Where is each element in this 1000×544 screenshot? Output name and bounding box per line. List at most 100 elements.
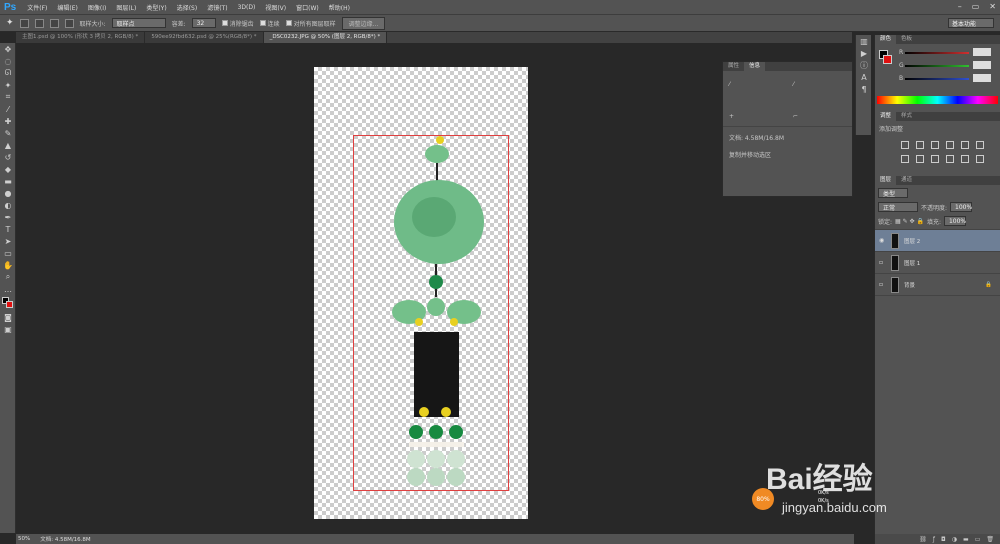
bw-icon[interactable] bbox=[916, 155, 924, 163]
path-select-icon[interactable]: ➤ bbox=[0, 235, 16, 247]
invert-icon[interactable] bbox=[976, 155, 984, 163]
healing-tool-icon[interactable]: ✚ bbox=[0, 115, 16, 127]
menu-image[interactable]: 图像(I) bbox=[83, 3, 111, 12]
fill-input[interactable]: 100% bbox=[943, 216, 966, 226]
slider-r[interactable] bbox=[905, 52, 969, 54]
type-tool-icon[interactable]: T bbox=[0, 223, 16, 235]
fx-icon[interactable]: ƒ bbox=[933, 536, 935, 543]
gradient-tool-icon[interactable]: ▬ bbox=[0, 175, 16, 187]
brush-tool-icon[interactable]: ✎ bbox=[0, 127, 16, 139]
mask-icon[interactable]: ◘ bbox=[941, 536, 946, 543]
antialias-checkbox[interactable]: 消除锯齿 bbox=[221, 19, 254, 28]
paragraph-panel-icon[interactable]: ¶ bbox=[856, 83, 872, 95]
mixer-icon[interactable] bbox=[946, 155, 954, 163]
visibility-toggle[interactable]: ▫ bbox=[879, 281, 886, 288]
eye-icon[interactable]: ◉ bbox=[879, 237, 886, 244]
lock-icon[interactable]: ▦ ✎ ✥ 🔒 bbox=[895, 218, 924, 225]
menu-filter[interactable]: 滤镜(T) bbox=[202, 3, 232, 12]
history-panel-icon[interactable]: ▥ bbox=[856, 35, 872, 47]
balance-icon[interactable] bbox=[901, 155, 909, 163]
layer-row[interactable]: ◉ 图层 2 bbox=[875, 230, 1000, 252]
screen-mode-icon[interactable]: ▣ bbox=[0, 323, 16, 335]
menu-help[interactable]: 帮助(H) bbox=[324, 3, 355, 12]
color-spectrum[interactable] bbox=[877, 96, 998, 104]
shape-tool-icon[interactable]: ▭ bbox=[0, 247, 16, 259]
maximize-button[interactable]: ▭ bbox=[972, 2, 980, 11]
tab-swatches[interactable]: 色板 bbox=[896, 35, 917, 44]
sample-all-checkbox[interactable]: 对所有图层取样 bbox=[285, 19, 336, 28]
menu-layer[interactable]: 图层(L) bbox=[111, 3, 141, 12]
new-layer-icon[interactable]: ▭ bbox=[975, 536, 981, 543]
blur-tool-icon[interactable]: ● bbox=[0, 187, 16, 199]
menu-3d[interactable]: 3D(D) bbox=[233, 4, 261, 11]
stamp-tool-icon[interactable]: ▲ bbox=[0, 139, 16, 151]
character-panel-icon[interactable]: A bbox=[856, 71, 872, 83]
vibrance-icon[interactable] bbox=[961, 141, 969, 149]
tab-doc-2[interactable]: 590ee92fbd632.psd @ 25%(RGB/8*) * bbox=[145, 32, 264, 43]
menu-select[interactable]: 选择(S) bbox=[172, 3, 203, 12]
refine-edge-button[interactable]: 调整边缘... bbox=[341, 16, 386, 30]
lookup-icon[interactable] bbox=[961, 155, 969, 163]
tab-info[interactable]: 信息 bbox=[744, 62, 766, 71]
curves-icon[interactable] bbox=[931, 141, 939, 149]
menu-file[interactable]: 文件(F) bbox=[22, 3, 52, 12]
tab-color[interactable]: 颜色 bbox=[875, 35, 897, 44]
move-tool-icon[interactable]: ✥ bbox=[0, 43, 16, 55]
intersect-selection-icon[interactable] bbox=[64, 18, 74, 28]
tab-properties[interactable]: 属性 bbox=[723, 62, 744, 71]
tab-layers[interactable]: 图层 bbox=[875, 176, 897, 185]
info-panel-icon[interactable]: ⓘ bbox=[856, 59, 872, 71]
link-icon[interactable]: ⛓ bbox=[919, 536, 927, 543]
contiguous-checkbox[interactable]: 连续 bbox=[259, 19, 280, 28]
eraser-tool-icon[interactable]: ◆ bbox=[0, 163, 16, 175]
background-color[interactable] bbox=[6, 301, 13, 308]
g-value[interactable] bbox=[973, 61, 991, 69]
layer-kind-select[interactable]: 类型 bbox=[878, 188, 908, 198]
b-value[interactable] bbox=[973, 74, 991, 82]
tab-doc-1[interactable]: 主图1.psd @ 100% (形状 3 拷贝 2, RGB/8) * bbox=[16, 32, 146, 43]
layer-row[interactable]: ▫ 图层 1 bbox=[875, 252, 1000, 274]
lasso-tool-icon[interactable]: ᘏ bbox=[0, 67, 16, 79]
color-swatches[interactable] bbox=[0, 295, 15, 311]
adjust-layer-icon[interactable]: ◑ bbox=[952, 536, 957, 543]
blend-mode-select[interactable]: 正常 bbox=[878, 202, 918, 212]
bounding-box[interactable] bbox=[353, 135, 509, 491]
quick-mask-icon[interactable]: ◙ bbox=[0, 311, 16, 323]
slider-b[interactable] bbox=[905, 78, 969, 80]
menu-window[interactable]: 窗口(W) bbox=[291, 3, 324, 12]
menu-type[interactable]: 类型(Y) bbox=[141, 3, 171, 12]
tab-adjustments[interactable]: 调整 bbox=[875, 112, 897, 121]
photo-filter-icon[interactable] bbox=[931, 155, 939, 163]
brightness-icon[interactable] bbox=[901, 141, 909, 149]
bg-swatch[interactable] bbox=[883, 55, 892, 64]
trash-icon[interactable]: 🗑 bbox=[986, 536, 994, 543]
menu-view[interactable]: 视图(V) bbox=[260, 3, 291, 12]
actions-panel-icon[interactable]: ▶ bbox=[856, 47, 872, 59]
tab-styles[interactable]: 样式 bbox=[896, 112, 917, 121]
menu-edit[interactable]: 编辑(E) bbox=[52, 3, 82, 12]
dodge-tool-icon[interactable]: ◐ bbox=[0, 199, 16, 211]
pen-tool-icon[interactable]: ✒ bbox=[0, 211, 16, 223]
magic-wand-icon[interactable]: ✦ bbox=[6, 18, 14, 28]
tab-doc-3[interactable]: _DSC0232.JPG @ 50% (图层 2, RGB/8*) * bbox=[263, 32, 388, 43]
zoom-level[interactable]: 50% bbox=[18, 536, 30, 542]
slider-g[interactable] bbox=[905, 65, 969, 67]
history-brush-icon[interactable]: ↺ bbox=[0, 151, 16, 163]
magic-wand-tool-icon[interactable]: ✦ bbox=[0, 79, 16, 91]
hand-tool-icon[interactable]: ✋ bbox=[0, 259, 16, 271]
visibility-toggle[interactable]: ▫ bbox=[879, 259, 886, 266]
more-tools-icon[interactable]: … bbox=[0, 283, 16, 295]
group-icon[interactable]: ▬ bbox=[963, 536, 969, 543]
layer-row[interactable]: ▫ 背景 🔒 bbox=[875, 274, 1000, 296]
workspace-select[interactable]: 基本功能 bbox=[948, 18, 994, 28]
close-button[interactable]: ✕ bbox=[989, 2, 996, 11]
new-selection-icon[interactable] bbox=[19, 18, 29, 28]
minimize-button[interactable]: – bbox=[958, 2, 962, 11]
marquee-tool-icon[interactable]: ◌ bbox=[0, 55, 16, 67]
sample-size-select[interactable]: 取样点 bbox=[111, 18, 166, 28]
add-selection-icon[interactable] bbox=[34, 18, 44, 28]
tab-channels[interactable]: 通道 bbox=[896, 176, 917, 185]
exposure-icon[interactable] bbox=[946, 141, 954, 149]
levels-icon[interactable] bbox=[916, 141, 924, 149]
tolerance-input[interactable]: 32 bbox=[191, 18, 216, 28]
